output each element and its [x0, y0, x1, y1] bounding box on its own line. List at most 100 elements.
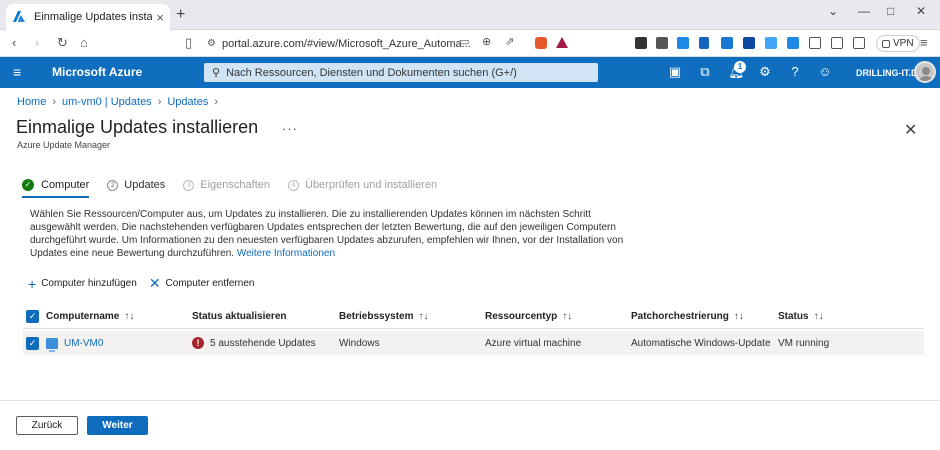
- extension-1-icon[interactable]: [635, 37, 647, 49]
- footer: Zurück Weiter: [0, 400, 940, 450]
- notification-badge: 1: [734, 61, 746, 73]
- add-computer-label: Computer hinzufügen: [41, 278, 137, 289]
- new-tab-icon[interactable]: +: [176, 6, 185, 24]
- breadcrumb-home[interactable]: Home: [17, 96, 46, 108]
- share-icon[interactable]: ⇗: [505, 35, 514, 48]
- sort-icon[interactable]: ↑↓: [418, 311, 428, 322]
- address-bar: ‹ › ↻ ⌂ ▯ ⚙ portal.azure.com/#view/Micro…: [0, 30, 940, 57]
- tab-review-install[interactable]: 4 Überprüfen und installieren: [288, 179, 437, 191]
- breadcrumb-updates[interactable]: Updates: [167, 96, 208, 108]
- row-checkbox[interactable]: ✓: [26, 336, 39, 350]
- close-window-icon[interactable]: ✕: [916, 4, 926, 18]
- azure-header: ≡ Microsoft Azure ⚲ Nach Ressourcen, Die…: [0, 57, 940, 88]
- maximize-icon[interactable]: □: [887, 4, 894, 18]
- forward-arrow-icon[interactable]: ›: [35, 35, 39, 50]
- sort-icon[interactable]: ↑↓: [734, 311, 744, 322]
- extensions-puzzle-icon[interactable]: [809, 37, 821, 49]
- hamburger-menu-icon[interactable]: ≡: [13, 64, 21, 80]
- checkmark-icon: ✓: [22, 179, 34, 191]
- learn-more-link[interactable]: Weitere Informationen: [237, 248, 335, 259]
- extension-4-icon[interactable]: [699, 37, 709, 49]
- tab-close-icon[interactable]: ×: [156, 10, 164, 25]
- url-field[interactable]: ⚙ portal.azure.com/#view/Microsoft_Azure…: [207, 34, 522, 53]
- column-header-patch[interactable]: Patchorchestrierung ↑↓: [631, 304, 744, 328]
- column-header-status[interactable]: Status ↑↓: [778, 304, 824, 328]
- minimize-icon[interactable]: —: [858, 4, 870, 18]
- reload-icon[interactable]: ↻: [57, 35, 68, 51]
- resource-type-cell: Azure virtual machine: [485, 337, 582, 349]
- global-search-input[interactable]: ⚲ Nach Ressourcen, Diensten und Dokument…: [204, 63, 598, 82]
- plus-icon: +: [28, 275, 37, 292]
- wallet-icon[interactable]: [853, 37, 865, 49]
- toolbar: + Computer hinzufügen ✕ Computer entfern…: [28, 275, 267, 292]
- breadcrumb-vm[interactable]: um-vm0 | Updates: [62, 96, 152, 108]
- extension-8-icon[interactable]: [787, 37, 799, 49]
- column-header-name[interactable]: Computername ↑↓: [46, 304, 134, 328]
- column-header-os[interactable]: Betriebssystem ↑↓: [339, 304, 428, 328]
- extension-6-icon[interactable]: [743, 37, 755, 49]
- tab-properties[interactable]: 3 Eigenschaften: [183, 179, 270, 191]
- vpn-button[interactable]: VPN: [876, 35, 920, 52]
- extension-7-icon[interactable]: [765, 37, 777, 49]
- next-button[interactable]: Weiter: [87, 416, 148, 435]
- avatar[interactable]: [914, 61, 936, 83]
- home-icon[interactable]: ⌂: [80, 35, 88, 50]
- update-status-text[interactable]: 5 ausstehende Updates: [210, 338, 316, 349]
- zoom-icon[interactable]: ⊕: [482, 35, 491, 48]
- table-row[interactable]: ✓ UM-VM0 ! 5 ausstehende Updates Windows…: [23, 331, 924, 355]
- menu-icon[interactable]: ≡: [920, 35, 928, 50]
- column-header-resource-type[interactable]: Ressourcentyp ↑↓: [485, 304, 572, 328]
- extension-3-icon[interactable]: [677, 37, 689, 49]
- chevron-down-icon[interactable]: ⌄: [828, 4, 838, 18]
- breadcrumb: Home › um-vm0 | Updates › Updates ›: [17, 96, 218, 108]
- chevron-right-icon: ›: [157, 96, 162, 108]
- tab-updates[interactable]: 2 Updates: [107, 179, 165, 191]
- vm-name-link[interactable]: UM-VM0: [64, 338, 103, 349]
- computer-table: ✓ Computername ↑↓ Status aktualisieren Be…: [23, 304, 924, 355]
- step-label: Computer: [41, 179, 90, 191]
- bookmark-icon[interactable]: ▯: [185, 35, 192, 51]
- back-button[interactable]: Zurück: [16, 416, 78, 435]
- patch-cell: Automatische Windows-Update: [631, 337, 771, 349]
- add-computer-button[interactable]: + Computer hinzufügen: [28, 276, 137, 292]
- sidebar-icon[interactable]: [831, 37, 843, 49]
- remove-computer-button[interactable]: ✕ Computer entfernen: [149, 275, 255, 292]
- sort-icon[interactable]: ↑↓: [124, 311, 134, 322]
- step-label: Überprüfen und installieren: [305, 179, 438, 191]
- search-icon: ⚲: [212, 67, 221, 79]
- settings-gear-icon[interactable]: ⚙: [758, 65, 772, 79]
- wizard-steps: ✓ Computer 2 Updates 3 Eigenschaften 4 Ü…: [22, 179, 455, 198]
- remove-computer-label: Computer entfernen: [165, 278, 255, 289]
- brave-shield-icon[interactable]: [535, 37, 547, 49]
- cloud-shell-icon[interactable]: ▣: [668, 65, 682, 79]
- chevron-right-icon: ›: [214, 96, 219, 108]
- feedback-icon[interactable]: ☺: [818, 65, 832, 79]
- tab-computer[interactable]: ✓ Computer: [22, 179, 90, 198]
- sort-icon[interactable]: ↑↓: [562, 311, 572, 322]
- browser-tab-bar: Einmalige Updates installieren · × + ⌄ —…: [0, 0, 940, 30]
- column-header-update-status[interactable]: Status aktualisieren: [192, 304, 286, 328]
- directory-filter-icon[interactable]: ⧉: [698, 65, 712, 79]
- sort-icon[interactable]: ↑↓: [814, 311, 824, 322]
- step-number: 3: [183, 179, 195, 191]
- select-all-checkbox[interactable]: ✓: [26, 309, 39, 323]
- search-placeholder: Nach Ressourcen, Diensten und Dokumenten…: [226, 66, 517, 79]
- extension-2-icon[interactable]: [656, 37, 668, 49]
- help-icon[interactable]: ?: [788, 65, 802, 79]
- page-subtitle: Azure Update Manager: [17, 140, 111, 150]
- status-cell: VM running: [778, 337, 830, 349]
- browser-tab[interactable]: Einmalige Updates installieren · ×: [6, 4, 170, 30]
- table-header: ✓ Computername ↑↓ Status aktualisieren Be…: [23, 304, 924, 329]
- extension-5-icon[interactable]: [721, 37, 733, 49]
- more-options-icon[interactable]: ···: [282, 121, 298, 136]
- cast-icon[interactable]: ▭: [459, 35, 469, 48]
- azure-brand[interactable]: Microsoft Azure: [52, 65, 142, 79]
- os-cell: Windows: [339, 337, 380, 349]
- virtual-machine-icon: [46, 337, 58, 352]
- back-arrow-icon[interactable]: ‹: [12, 35, 16, 50]
- brave-rewards-icon[interactable]: [556, 37, 568, 48]
- vpn-label: VPN: [893, 38, 914, 49]
- close-blade-icon[interactable]: ✕: [904, 120, 917, 140]
- site-info-icon[interactable]: ⚙: [207, 38, 216, 49]
- blade: Home › um-vm0 | Updates › Updates › Einm…: [0, 88, 940, 450]
